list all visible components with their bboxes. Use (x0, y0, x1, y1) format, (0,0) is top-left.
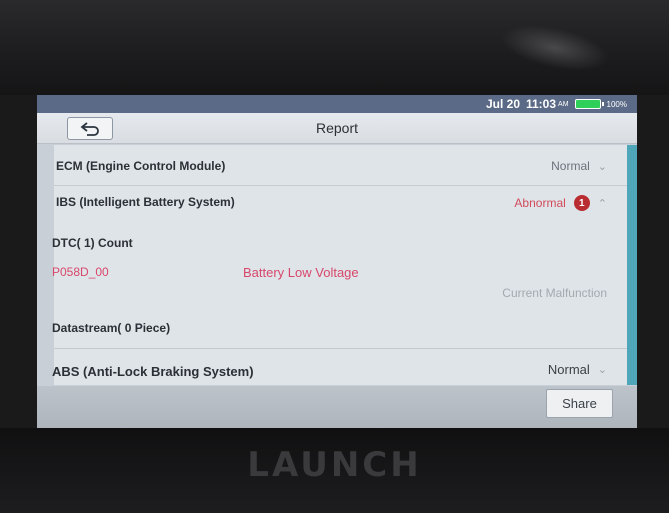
datastream-label: Datastream( 0 Piece) (52, 321, 171, 335)
status-time: 11:03 (526, 97, 557, 111)
system-name: ECM (Engine Control Module) (56, 159, 226, 173)
share-button[interactable]: Share (546, 389, 613, 418)
system-status: Abnormal 1 ⌃ (514, 195, 607, 211)
battery-percent: 100% (606, 99, 627, 109)
status-bar: Jul 20 11:03 AM 100% (37, 95, 637, 113)
system-name: IBS (Intelligent Battery System) (56, 195, 235, 209)
scroll-accent-bar (627, 145, 637, 385)
dtc-count-label: DTC( 1) Count (52, 236, 133, 250)
device-screen: Jul 20 11:03 AM 100% Report ECM (Engine … (37, 95, 637, 428)
system-status: Normal ⌄ (548, 362, 607, 377)
system-row-ibs[interactable]: IBS (Intelligent Battery System) Abnorma… (54, 186, 627, 216)
status-indicators: Jul 20 11:03 AM 100% (486, 97, 627, 111)
system-status-label: Normal (547, 362, 590, 377)
chevron-up-icon[interactable]: ⌃ (598, 197, 607, 210)
status-ampm: AM (558, 100, 569, 108)
page-title: Report (315, 120, 359, 136)
chevron-down-icon[interactable]: ⌄ (598, 363, 607, 376)
system-status-label: Abnormal (514, 196, 566, 210)
dtc-description: Battery Low Voltage (243, 265, 359, 280)
system-name: ABS (Anti-Lock Braking System) (52, 364, 254, 379)
dtc-state: Current Malfunction (502, 286, 607, 300)
dtc-code: P058D_00 (52, 265, 109, 279)
footer-bar: Share (37, 386, 637, 428)
system-status: Normal ⌄ (551, 159, 607, 173)
title-bar: Report (37, 113, 637, 144)
report-list: ECM (Engine Control Module) Normal ⌄ IBS… (52, 145, 627, 385)
battery-full-icon (574, 99, 604, 109)
system-status-label: Normal (551, 159, 590, 173)
chevron-down-icon[interactable]: ⌄ (598, 160, 607, 173)
status-date: Jul 20 (485, 97, 520, 111)
system-row-ecm[interactable]: ECM (Engine Control Module) Normal ⌄ (54, 145, 627, 186)
dtc-count-badge: 1 (573, 195, 590, 211)
system-row-abs[interactable]: ABS (Anti-Lock Braking System) Normal ⌄ (52, 349, 627, 385)
device-brand-logo: LAUNCH (247, 445, 422, 485)
